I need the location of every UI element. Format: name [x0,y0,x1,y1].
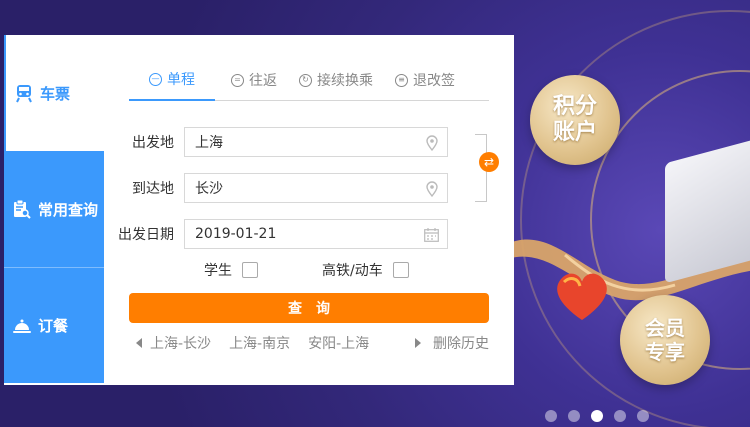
search-button[interactable]: 查询 [129,293,489,323]
calendar-icon[interactable] [424,228,439,242]
carousel-dot[interactable] [637,410,649,422]
location-pin-icon[interactable] [426,181,438,197]
points-account-badge[interactable]: 积分 账户 [530,75,620,165]
from-input[interactable] [195,134,415,150]
widget-sidebar: 车票 常用查询 订餐 [4,35,104,385]
sidebar-item-label: 常用查询 [38,200,99,219]
carousel-dot-active[interactable] [591,410,603,422]
search-history: 上海-长沙 上海-南京 安阳-上海 删除历史 [129,333,489,353]
student-option[interactable]: 学生 [204,260,258,280]
history-prev-icon[interactable] [136,338,142,348]
date-row: 出发日期 [114,219,448,249]
tab-transfer[interactable]: ↻ 接续换乘 [299,70,373,100]
swap-stations-button[interactable]: ⇄ [479,152,499,172]
to-input[interactable] [195,180,415,196]
tab-round-trip[interactable]: = 往返 [231,70,277,100]
highspeed-option[interactable]: 高铁/动车 [322,260,409,280]
history-item[interactable]: 上海-长沙 [150,333,211,353]
carousel-pagination [545,410,649,422]
sidebar-item-common-queries[interactable]: 常用查询 [4,151,104,267]
from-row: 出发地 [114,127,448,157]
to-field[interactable] [184,173,448,203]
student-checkbox[interactable] [242,262,258,278]
train-icon [16,85,32,103]
sidebar-item-meal-order[interactable]: 订餐 [4,267,104,383]
ticket-search-widget: 车票 常用查询 订餐 — 单程 = 往返 ↻ 接续换乘 ≡ 退改签 出发地 上海… [4,35,514,385]
refresh-circle-icon: ↻ [299,73,312,87]
carousel-dot[interactable] [568,410,580,422]
date-field[interactable] [184,219,448,249]
history-item[interactable]: 上海-南京 [229,333,290,353]
to-label: 到达地 [132,181,174,197]
trip-type-tabs: — 单程 = 往返 ↻ 接续换乘 ≡ 退改签 [129,35,489,101]
ticket-circle-icon: ≡ [395,73,408,87]
sidebar-item-label: 车票 [40,84,71,103]
sidebar-item-label: 订餐 [38,317,69,335]
dish-cover-icon [13,319,31,333]
sidebar-item-tickets[interactable]: 车票 [4,35,104,151]
from-field[interactable] [184,127,448,157]
history-item[interactable]: 安阳-上海 [308,333,369,353]
carousel-dot[interactable] [545,410,557,422]
clear-history-button[interactable]: 删除历史 [415,333,489,353]
location-pin-icon[interactable] [426,135,438,151]
highspeed-checkbox[interactable] [392,262,409,278]
member-exclusive-badge[interactable]: 会员 专享 [620,295,710,385]
date-label: 出发日期 [118,227,174,243]
to-row: 到达地 [114,173,448,203]
history-next-icon[interactable] [415,338,421,348]
heart-graphic [557,273,607,320]
equals-circle-icon: = [231,73,244,87]
carousel-dot[interactable] [614,410,626,422]
tab-one-way[interactable]: — 单程 [129,69,215,101]
minus-circle-icon: — [149,72,162,86]
date-input[interactable] [195,226,415,242]
tab-refund-change[interactable]: ≡ 退改签 [395,70,455,100]
from-label: 出发地 [132,135,174,151]
search-form: — 单程 = 往返 ↻ 接续换乘 ≡ 退改签 出发地 上海 ⇄ 到达地 长沙 出… [118,35,499,352]
clipboard-search-icon [14,199,31,219]
